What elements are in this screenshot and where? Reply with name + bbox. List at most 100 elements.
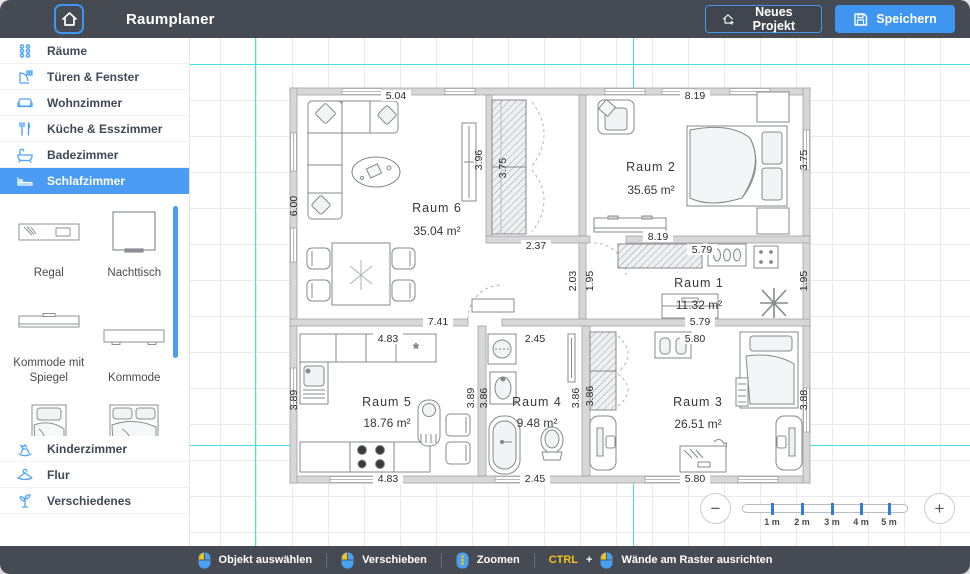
desk-right[interactable] xyxy=(776,416,802,470)
washing-machine[interactable] xyxy=(488,334,516,364)
sidebar-item-kueche-esszimmer[interactable]: Küche & Esszimmer xyxy=(0,116,189,142)
new-project-button[interactable]: Neues Projekt xyxy=(705,5,822,33)
app-title: Raumplaner xyxy=(126,11,215,28)
double-bed[interactable] xyxy=(687,126,787,206)
dim-raum6-right: 3.96 xyxy=(473,150,485,171)
status-bar: Objekt auswählen Verschieben Zoomen C xyxy=(0,546,970,574)
armchair[interactable] xyxy=(598,100,634,134)
scale-label: 3 m xyxy=(824,517,840,527)
home-button[interactable] xyxy=(54,4,84,34)
scale-label: 1 m xyxy=(764,517,780,527)
sidebar-item-tueren-fenster[interactable]: Türen & Fenster xyxy=(0,64,189,90)
furniture-item-kommode-mit-spiegel[interactable]: Kommode mit Spiegel xyxy=(8,290,90,395)
grid-icon xyxy=(16,43,34,59)
floorplan-canvas[interactable]: * xyxy=(190,38,970,546)
plant-icon xyxy=(16,493,34,509)
ctrl-key-label: CTRL xyxy=(549,554,578,566)
legend-label: Zoomen xyxy=(477,554,520,566)
sidebar-item-raeume[interactable]: Räume xyxy=(0,38,189,64)
sidebar-item-label: Verschiedenes xyxy=(47,494,131,508)
kids-bed[interactable] xyxy=(736,332,798,408)
desk-left[interactable] xyxy=(590,416,616,470)
floor-plan[interactable]: * xyxy=(190,38,970,546)
dim-raum3-top: 5.80 xyxy=(685,333,706,345)
zoom-out-button[interactable]: − xyxy=(700,493,731,524)
sidebar-item-wohnzimmer[interactable]: Wohnzimmer xyxy=(0,90,189,116)
furniture-item-nachttisch[interactable]: Nachttisch xyxy=(94,200,176,290)
scale-label: 5 m xyxy=(881,517,897,527)
scale-tick xyxy=(888,503,891,515)
home-plus-icon xyxy=(722,11,735,27)
doormat[interactable] xyxy=(472,299,514,312)
rocking-horse-icon xyxy=(16,441,34,457)
save-label: Speichern xyxy=(876,12,936,26)
sidebar-item-label: Räume xyxy=(47,44,87,58)
furniture-item-label: Regal xyxy=(34,266,64,280)
dim-raum2-top: 8.19 xyxy=(685,90,706,102)
zoom-control: − 1 m 2 m 3 m 4 m 5 m + xyxy=(695,490,960,538)
panel-scrollbar[interactable] xyxy=(173,206,178,358)
legend-separator xyxy=(326,553,327,568)
dim-raum2-right: 3.75 xyxy=(798,150,810,171)
dim-raum3-left: 3.86 xyxy=(584,386,596,407)
dim-raum5-left: 3.89 xyxy=(288,390,300,411)
sofa-icon xyxy=(16,95,34,111)
room-name: Raum 3 xyxy=(673,395,723,409)
kitchen-sink[interactable] xyxy=(300,362,328,404)
furniture-item-einzelbett[interactable]: Einzelbett xyxy=(8,395,90,436)
toilet[interactable] xyxy=(541,427,563,460)
scale-tick xyxy=(831,503,834,515)
dim-raum2-bottom: 8.19 xyxy=(648,231,669,243)
dim-raum3-bottom: 5.80 xyxy=(685,473,706,485)
serving-trolley[interactable] xyxy=(418,400,440,446)
nightstand[interactable] xyxy=(757,208,789,234)
stove[interactable] xyxy=(350,442,394,472)
save-button[interactable]: Speichern xyxy=(835,5,955,33)
dresser[interactable] xyxy=(594,216,666,232)
sidebar-item-kinderzimmer[interactable]: Kinderzimmer xyxy=(0,436,189,462)
dim-raum4-right: 3.86 xyxy=(570,388,582,409)
room-name: Raum 6 xyxy=(412,201,462,215)
einzelbett-thumbnail xyxy=(29,403,69,436)
furniture-item-kommode[interactable]: Kommode xyxy=(94,290,176,395)
sidebar-item-flur[interactable]: Flur xyxy=(0,462,189,488)
furniture-item-label: Nachttisch xyxy=(107,266,161,280)
plant[interactable] xyxy=(760,288,788,318)
kitchen-counter[interactable]: * xyxy=(300,334,436,362)
sidebar-item-verschiedenes[interactable]: Verschiedenes xyxy=(0,488,189,514)
sidebar-item-label: Schlafzimmer xyxy=(47,174,125,188)
scale-labels: 1 m 2 m 3 m 4 m 5 m xyxy=(742,517,908,529)
legend-separator xyxy=(441,553,442,568)
dim-raum3-right: 3.88 xyxy=(798,390,810,411)
sidebar-item-label: Küche & Esszimmer xyxy=(47,122,162,136)
bathtub[interactable] xyxy=(489,416,520,474)
sidebar-item-schlafzimmer[interactable]: Schlafzimmer xyxy=(0,168,189,194)
legend-snap: CTRL + Wände am Raster ausrichten xyxy=(549,552,773,569)
legend-label: Verschieben xyxy=(362,554,427,566)
dim-raum6-top: 5.04 xyxy=(386,90,407,102)
scale-tick xyxy=(801,503,804,515)
sidebar-item-label: Wohnzimmer xyxy=(47,96,122,110)
sidebar-item-label: Kinderzimmer xyxy=(47,442,127,456)
furniture-item-label: Kommode mit Spiegel xyxy=(8,356,90,385)
kommode-thumbnail xyxy=(102,313,166,361)
top-bar: Raumplaner Neues Projekt Speichern xyxy=(0,0,970,38)
legend-move: Verschieben xyxy=(341,552,427,569)
dim-corridor-left: 2.03 xyxy=(567,271,579,292)
furniture-panel: Regal Nachttisch Kommode mit Spiegel xyxy=(0,194,189,436)
furniture-item-label: Kommode xyxy=(108,371,160,385)
zoom-in-button[interactable]: + xyxy=(924,493,955,524)
room-name: Raum 1 xyxy=(674,276,724,290)
dim-raum5-top: 4.83 xyxy=(378,333,399,345)
side-table[interactable] xyxy=(754,246,778,268)
bed-icon xyxy=(16,173,34,189)
furniture-item-regal[interactable]: Regal xyxy=(8,200,90,290)
dim-raum4-bottom: 2.45 xyxy=(525,473,546,485)
coffee-table[interactable] xyxy=(352,157,400,187)
sidebar-item-badezimmer[interactable]: Badezimmer xyxy=(0,142,189,168)
home-icon xyxy=(61,11,78,27)
furniture-item-doppelbett[interactable]: Doppelbett xyxy=(94,395,176,436)
nightstand[interactable] xyxy=(757,92,789,122)
room-area: 35.65 m² xyxy=(627,183,674,197)
regal-thumbnail xyxy=(18,208,80,256)
